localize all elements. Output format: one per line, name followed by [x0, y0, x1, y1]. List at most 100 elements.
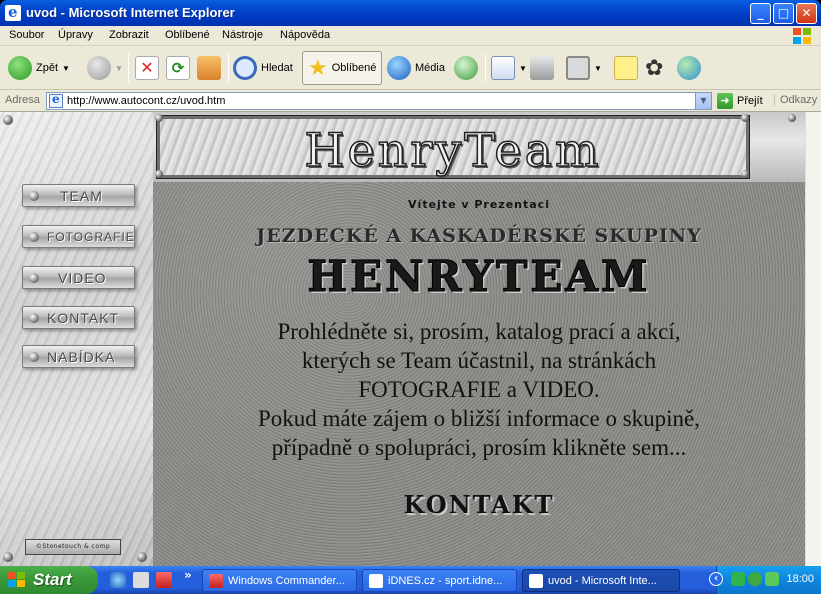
network-icon[interactable] — [731, 572, 745, 586]
address-url[interactable]: http://www.autocont.cz/uvod.htm — [67, 95, 225, 107]
rivet-icon — [741, 114, 749, 122]
mail-dropdown-icon[interactable]: ▼ — [519, 64, 527, 73]
forward-dropdown-icon[interactable]: ▼ — [115, 64, 123, 73]
banner: HenryTeam — [153, 112, 805, 182]
commander-quicklaunch-icon[interactable] — [156, 572, 172, 588]
banner-title: HenryTeam — [304, 122, 602, 178]
edit-icon — [566, 56, 590, 80]
address-label: Adresa — [5, 94, 40, 106]
main-frame: HenryTeam Vítejte v Prezentaci JEZDECKÉ … — [153, 112, 805, 566]
edit-button[interactable]: ▼ — [566, 51, 602, 85]
go-arrow-icon: ➜ — [717, 93, 733, 109]
tray-expand-icon[interactable]: ‹ — [709, 572, 723, 586]
task-idnes[interactable]: iDNES.cz - sport.idne... — [362, 569, 517, 592]
messenger-button[interactable] — [677, 51, 701, 85]
nav-nabidka-label: Nabídka — [47, 349, 116, 365]
home-button[interactable] — [197, 51, 221, 85]
task-windows-commander[interactable]: Windows Commander... — [202, 569, 357, 592]
start-button[interactable]: Start — [0, 566, 98, 594]
quicklaunch-more[interactable]: » — [184, 568, 192, 582]
favorites-button[interactable]: ★ Oblíbené — [302, 51, 383, 85]
address-input[interactable]: http://www.autocont.cz/uvod.htm ▼ — [46, 92, 712, 110]
search-label: Hledat — [261, 62, 293, 74]
intro-line[interactable]: případně o spolupráci, prosím klikněte s… — [153, 433, 805, 462]
print-button[interactable] — [530, 51, 554, 85]
toolbar-separator — [485, 54, 486, 82]
contact-link[interactable]: KONTAKT — [153, 490, 805, 519]
intro-line: kterých se Team účastnil, na stránkách — [301, 348, 657, 373]
print-icon — [530, 56, 554, 80]
subtitle-text: JEZDECKÉ A KASKADÉRSKÉ SKUPINY — [256, 225, 702, 247]
media-button[interactable]: Média — [387, 51, 445, 85]
back-button[interactable]: Zpět ▼ — [8, 51, 70, 85]
rivet-icon — [3, 115, 13, 125]
nav-fotografie-button[interactable]: Fotografie — [22, 225, 135, 248]
nav-bullet-icon — [29, 191, 39, 201]
nav-team-label: Team — [60, 188, 103, 204]
start-label: Start — [33, 570, 72, 589]
nav-video-button[interactable]: Video — [22, 266, 135, 289]
task-uvod[interactable]: uvod - Microsoft Inte... — [522, 569, 680, 592]
nav-fotografie-label: Fotografie — [47, 230, 135, 244]
mail-icon — [491, 56, 515, 80]
research-button[interactable]: ✿ — [645, 51, 663, 85]
title-bar[interactable]: uvod - Microsoft Internet Explorer _ □ ✕ — [0, 0, 821, 26]
nav-bullet-icon — [29, 232, 39, 242]
stop-button[interactable]: ✕ — [135, 51, 159, 85]
flower-icon: ✿ — [645, 55, 664, 80]
go-button[interactable]: ➜ Přejít — [717, 92, 763, 110]
intro-paragraph: Prohlédněte si, prosím, katalog prací a … — [153, 317, 805, 462]
notes-button[interactable] — [614, 51, 638, 85]
nav-kontakt-label: Kontakt — [47, 310, 120, 326]
back-dropdown-icon[interactable]: ▼ — [62, 64, 70, 73]
refresh-button[interactable]: ⟳ — [166, 51, 190, 85]
ie-logo-icon — [5, 3, 21, 21]
security-icon[interactable] — [748, 572, 762, 586]
refresh-icon: ⟳ — [166, 56, 190, 80]
note-icon — [614, 56, 638, 80]
explorer-quicklaunch-icon[interactable] — [133, 572, 149, 588]
search-button[interactable]: Hledat — [233, 51, 293, 85]
vertical-scrollbar[interactable] — [805, 112, 821, 566]
close-button[interactable]: ✕ — [796, 3, 817, 24]
task-label: uvod - Microsoft Inte... — [548, 574, 657, 587]
page-icon — [49, 92, 63, 108]
menu-napoveda[interactable]: Nápověda — [280, 29, 330, 41]
menu-zobrazit[interactable]: Zobrazit — [109, 29, 149, 41]
copyright-badge: ©Stonetouch & comp — [25, 539, 121, 555]
nav-bullet-icon — [29, 273, 39, 283]
links-button[interactable]: Odkazy — [774, 94, 817, 106]
forward-button[interactable]: ▼ — [87, 51, 123, 85]
minimize-button[interactable]: _ — [750, 3, 771, 24]
maximize-button[interactable]: □ — [773, 3, 794, 24]
toolbar: Zpět ▼ ▼ ✕ ⟳ Hledat ★ Oblíbené Média ▼ ▼ — [0, 46, 821, 90]
forward-arrow-icon — [87, 56, 111, 80]
messenger-tray-icon[interactable] — [765, 572, 779, 586]
favorites-label: Oblíbené — [331, 62, 377, 74]
menu-upravy[interactable]: Úpravy — [58, 29, 93, 41]
mail-button[interactable]: ▼ — [491, 51, 527, 85]
go-label: Přejít — [737, 95, 763, 107]
stop-icon: ✕ — [135, 56, 159, 80]
search-icon — [233, 56, 257, 80]
task-label: iDNES.cz - sport.idne... — [388, 574, 503, 587]
rivet-icon — [155, 170, 163, 178]
menu-oblibene[interactable]: Oblíbené — [165, 29, 210, 41]
back-arrow-icon — [8, 56, 32, 80]
media-globe-icon — [387, 56, 411, 80]
nav-kontakt-button[interactable]: Kontakt — [22, 306, 135, 329]
windows-flag-icon — [8, 572, 26, 588]
ie-page-icon — [529, 573, 543, 588]
toolbar-separator — [128, 54, 129, 82]
page-content: Team Fotografie Video Kontakt Nabídka ©S… — [0, 112, 805, 566]
address-bar: Adresa http://www.autocont.cz/uvod.htm ▼… — [0, 90, 821, 112]
history-button[interactable] — [454, 51, 478, 85]
menu-soubor[interactable]: Soubor — [9, 29, 44, 41]
intro-line: FOTOGRAFIE a VIDEO. — [358, 377, 600, 402]
menu-nastroje[interactable]: Nástroje — [222, 29, 263, 41]
nav-team-button[interactable]: Team — [22, 184, 135, 207]
nav-nabidka-button[interactable]: Nabídka — [22, 345, 135, 368]
edit-dropdown-icon[interactable]: ▼ — [594, 64, 602, 73]
ie-quicklaunch-icon[interactable] — [110, 572, 126, 588]
address-dropdown-icon[interactable]: ▼ — [695, 93, 711, 109]
